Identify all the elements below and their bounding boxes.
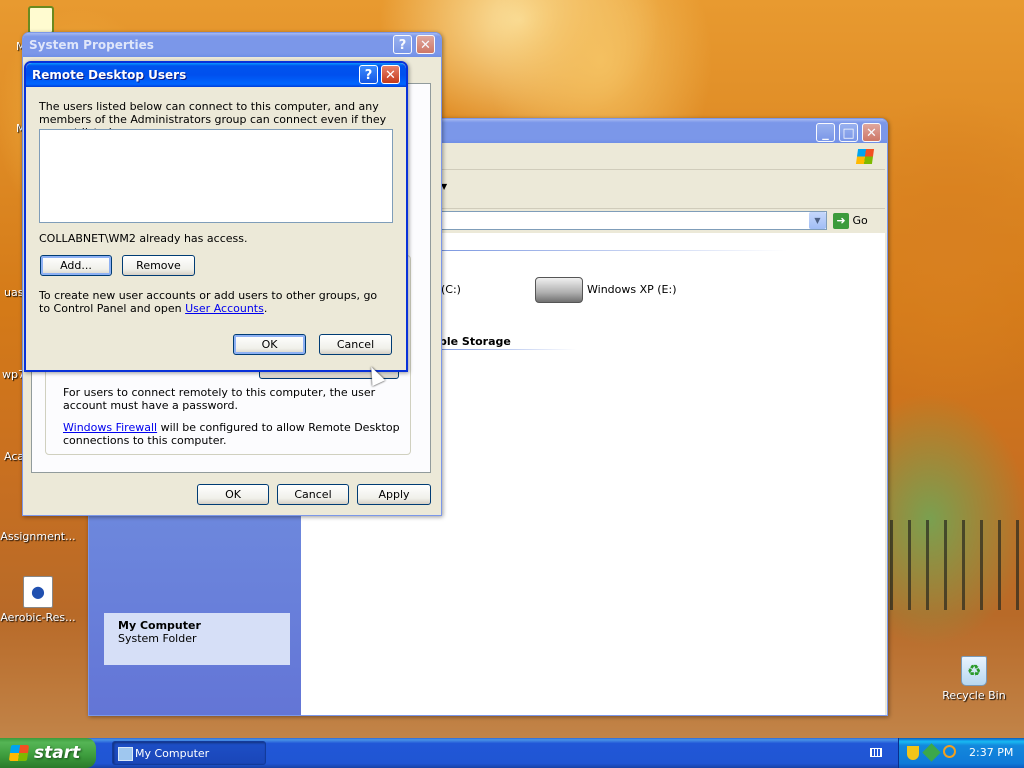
remove-button[interactable]: Remove (122, 255, 195, 276)
drive-e-label: Windows XP (E:) (587, 283, 677, 296)
section-divider-top (437, 250, 787, 251)
media-file-icon: ● (23, 576, 53, 608)
close-button[interactable]: ✕ (862, 123, 881, 142)
system-properties-titlebar[interactable]: System Properties (23, 33, 441, 57)
keyboard-icon[interactable] (870, 748, 882, 757)
start-button[interactable]: start (0, 738, 96, 768)
windows-firewall-link[interactable]: Windows Firewall (63, 421, 157, 434)
desktop-icon-partial-top[interactable] (28, 6, 54, 34)
details-title: My Computer (118, 619, 201, 632)
aerobic-label: Aerobic-Res... (0, 611, 76, 624)
cancel-button[interactable]: Cancel (319, 334, 392, 355)
ok-button[interactable]: OK (233, 334, 306, 355)
recycle-bin-label: Recycle Bin (942, 689, 1006, 702)
help-button[interactable]: ? (359, 65, 378, 84)
desktop-icon-aerobic[interactable]: ● Aerobic-Res... (0, 576, 76, 624)
apply-button[interactable]: Apply (357, 484, 431, 505)
go-label: Go (852, 214, 868, 227)
security-shield-icon[interactable] (907, 746, 919, 760)
user-accounts-link[interactable]: User Accounts (185, 302, 264, 315)
windows-flag-icon (8, 745, 30, 761)
desktop-icon-assignment[interactable]: Assignment... (0, 530, 76, 543)
address-dropdown-button[interactable]: ▼ (809, 212, 826, 229)
search-icon[interactable] (943, 745, 956, 758)
my-computer-icon (118, 747, 133, 761)
section-header: ple Storage (439, 335, 511, 348)
remote-info-text: For users to connect remotely to this co… (63, 386, 376, 412)
close-button[interactable]: ✕ (381, 65, 400, 84)
taskbar-item-label: My Computer (135, 747, 210, 760)
start-label: start (34, 743, 81, 763)
users-listbox[interactable] (39, 129, 393, 223)
taskbar: start My Computer 2:37 PM (0, 738, 1024, 768)
wallpaper-fence (890, 520, 1024, 610)
maximize-button[interactable]: □ (839, 123, 858, 142)
recycle-bin-icon: ♻ (961, 656, 987, 686)
close-button[interactable]: ✕ (416, 35, 435, 54)
system-tray: 2:37 PM (898, 738, 1024, 768)
ok-button[interactable]: OK (197, 484, 269, 505)
remote-desktop-users-dialog: Remote Desktop Users ? ✕ The users liste… (24, 61, 408, 372)
remote-desktop-users-titlebar[interactable]: Remote Desktop Users (26, 63, 406, 87)
drive-c-label: (C:) (441, 283, 461, 296)
go-button[interactable]: ➜ Go (833, 212, 868, 230)
add-button[interactable]: Add... (40, 255, 112, 276)
desktop-label-partial-3: uas (4, 286, 24, 299)
create-users-text: To create new user accounts or add users… (39, 289, 389, 315)
hard-drive-icon (535, 277, 583, 303)
details-subtitle: System Folder (118, 632, 197, 645)
desktop-icon-recycle-bin[interactable]: ♻ Recycle Bin (936, 656, 1012, 702)
access-text: COLLABNET\WM2 already has access. (39, 232, 248, 245)
remote-desktop-users-title: Remote Desktop Users (32, 68, 187, 82)
assignment-label: Assignment... (0, 530, 76, 543)
windows-logo-icon (855, 149, 875, 164)
create-users-period: . (263, 302, 268, 315)
details-panel: My Computer System Folder (104, 613, 290, 665)
drive-c[interactable]: (C:) (441, 283, 461, 296)
firewall-note: Windows Firewall will be configured to a… (63, 421, 403, 447)
minimize-button[interactable]: _ (816, 123, 835, 142)
system-properties-title: System Properties (29, 38, 154, 52)
network-icon[interactable] (922, 743, 941, 762)
section-divider (437, 349, 577, 350)
clock[interactable]: 2:37 PM (969, 738, 1013, 768)
cancel-button[interactable]: Cancel (277, 484, 349, 505)
help-button[interactable]: ? (393, 35, 412, 54)
taskbar-item-my-computer[interactable]: My Computer (112, 741, 266, 765)
go-arrow-icon: ➜ (833, 213, 849, 229)
